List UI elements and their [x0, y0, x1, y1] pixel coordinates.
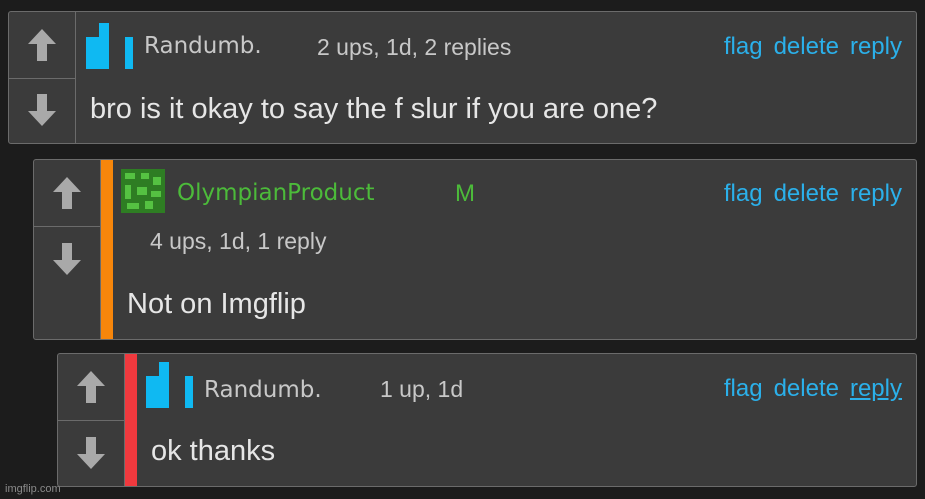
reply-link[interactable]: reply [850, 33, 902, 60]
comment-text: Not on Imgflip [127, 288, 306, 320]
depth-bar [101, 160, 113, 339]
vote-column [34, 160, 101, 339]
upvote-button[interactable] [58, 354, 124, 421]
comment: Randumb. 2 ups, 1d, 2 replies flag delete… [8, 11, 917, 144]
vote-column [9, 12, 76, 143]
comment-meta: 1 up, 1d [380, 376, 464, 402]
comment-text: ok thanks [151, 435, 276, 467]
downvote-button[interactable] [34, 226, 100, 292]
delete-link[interactable]: delete [774, 33, 839, 60]
comment-actions: flag delete reply [713, 33, 902, 61]
arrow-up-icon [28, 29, 56, 61]
username[interactable]: Randumb. [144, 33, 262, 59]
watermark: imgflip.com [5, 483, 61, 495]
arrow-down-icon [28, 94, 56, 126]
avatar [86, 23, 133, 69]
upvote-button[interactable] [9, 12, 75, 79]
arrow-down-icon [53, 243, 81, 275]
reply-link[interactable]: reply [850, 375, 902, 402]
comment-meta: 2 ups, 1d, 2 replies [317, 34, 512, 60]
comment-text: bro is it okay to say the f slur if you … [90, 93, 658, 125]
arrow-down-icon [77, 437, 105, 469]
depth-bar [125, 354, 137, 486]
mod-badge: M [455, 180, 475, 207]
arrow-up-icon [53, 177, 81, 209]
downvote-button[interactable] [58, 420, 124, 486]
comment-actions: flag delete reply [713, 375, 902, 403]
arrow-up-icon [77, 371, 105, 403]
upvote-button[interactable] [34, 160, 100, 227]
flag-link[interactable]: flag [724, 33, 763, 60]
downvote-button[interactable] [9, 77, 75, 143]
avatar [121, 169, 165, 213]
username[interactable]: Randumb. [204, 377, 322, 403]
flag-link[interactable]: flag [724, 180, 763, 207]
delete-link[interactable]: delete [774, 180, 839, 207]
vote-column [58, 354, 125, 486]
comment-actions: flag delete reply [713, 180, 902, 208]
comment-meta: 4 ups, 1d, 1 reply [150, 228, 327, 254]
delete-link[interactable]: delete [774, 375, 839, 402]
reply-link[interactable]: reply [850, 180, 902, 207]
comment-reply: OlympianProduct M flag delete reply 4 ups,… [33, 159, 917, 340]
comment-reply: Randumb. 1 up, 1d flag delete reply ok tha… [57, 353, 917, 487]
flag-link[interactable]: flag [724, 375, 763, 402]
username[interactable]: OlympianProduct [177, 180, 375, 206]
avatar [146, 362, 193, 408]
